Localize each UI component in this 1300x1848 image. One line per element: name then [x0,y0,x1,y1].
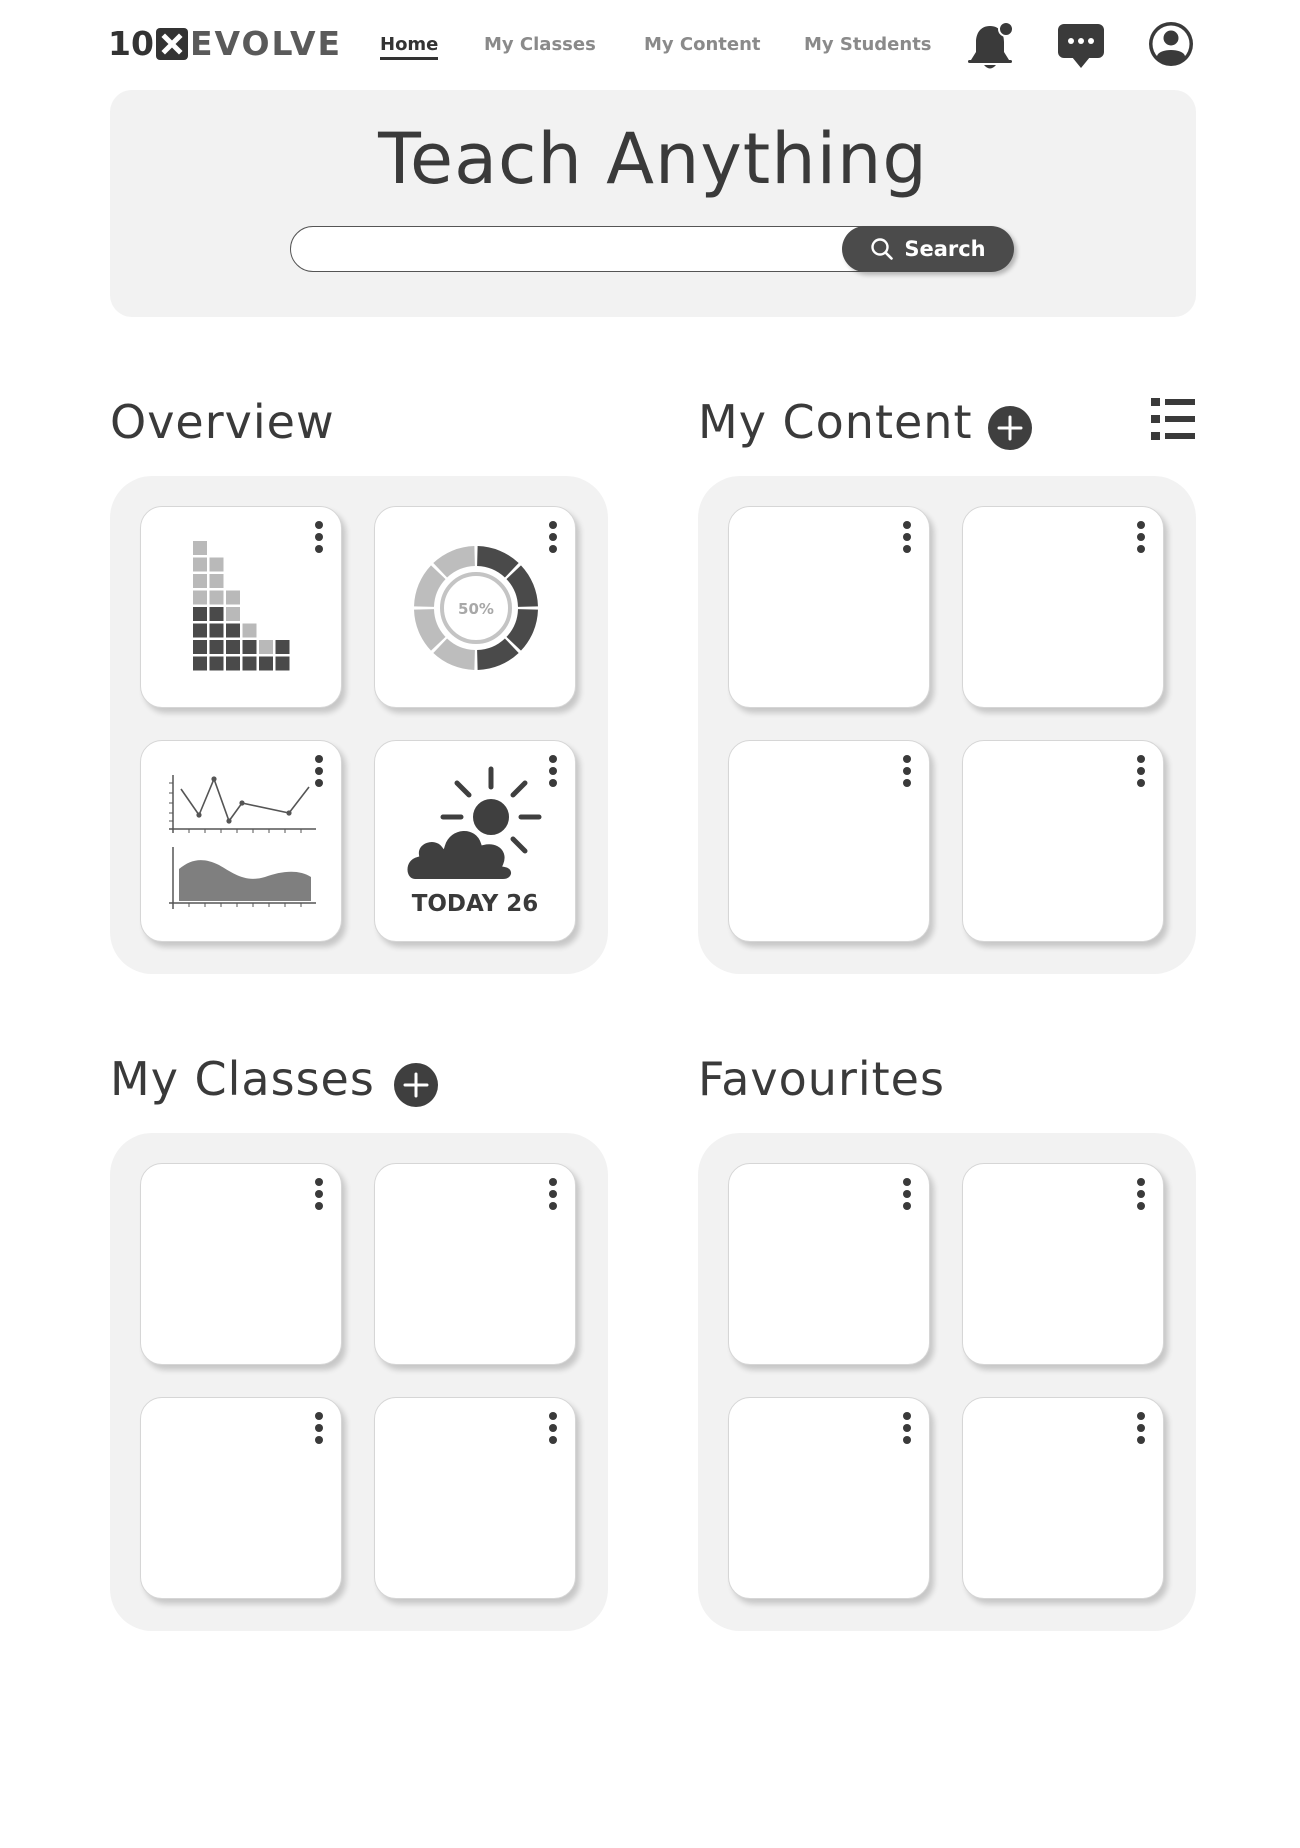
nav-link-my-classes[interactable]: My Classes [484,34,596,55]
more-options-icon[interactable] [547,1176,559,1212]
more-options-icon[interactable] [313,753,325,789]
plus-icon [403,1072,429,1098]
favourites-title: Favourites [698,1052,945,1106]
class-card[interactable] [374,1163,576,1365]
more-options-icon[interactable] [547,519,559,555]
search-icon [871,238,894,260]
more-options-icon[interactable] [1135,753,1147,789]
nav-link-my-students[interactable]: My Students [804,34,932,55]
my-content-panel [698,476,1196,974]
content-card[interactable] [962,740,1164,942]
favourites-panel [698,1133,1196,1631]
class-card[interactable] [140,1163,342,1365]
content-card[interactable] [728,506,930,708]
more-options-icon[interactable] [313,519,325,555]
more-options-icon[interactable] [1135,519,1147,555]
user-avatar-icon[interactable] [1147,20,1195,68]
more-options-icon[interactable] [901,1176,913,1212]
chat-icon[interactable] [1056,22,1106,70]
logo-x-icon [155,28,188,60]
class-card[interactable] [374,1397,576,1599]
list-view-icon[interactable] [1150,396,1196,442]
more-options-icon[interactable] [313,1410,325,1446]
content-card[interactable] [728,740,930,942]
favourite-card[interactable] [728,1163,930,1365]
overview-title: Overview [110,395,335,449]
plus-icon [997,415,1023,441]
my-content-title: My Content [698,395,973,449]
overview-line-chart-card[interactable] [140,740,342,942]
more-options-icon[interactable] [547,1410,559,1446]
top-nav: 10 EVOLVE Home My Classes My Content My … [0,0,1300,90]
more-options-icon[interactable] [1135,1410,1147,1446]
more-options-icon[interactable] [1135,1176,1147,1212]
weather-today-label: TODAY 26 [411,891,539,917]
overview-panel: 50% TODAY 26 [110,476,608,974]
search-button[interactable]: Search [842,226,1014,272]
logo[interactable]: 10 EVOLVE [108,26,342,62]
more-options-icon[interactable] [313,1176,325,1212]
favourite-card[interactable] [962,1397,1164,1599]
logo-number: 10 [108,24,154,63]
overview-weather-card[interactable]: TODAY 26 [374,740,576,942]
more-options-icon[interactable] [901,753,913,789]
favourite-card[interactable] [728,1397,930,1599]
more-options-icon[interactable] [901,519,913,555]
add-content-button[interactable] [988,406,1032,450]
hero-banner: Teach Anything Search [110,90,1196,317]
search-button-label: Search [904,237,986,261]
overview-donut-card[interactable]: 50% [374,506,576,708]
logo-word: EVOLVE [189,24,343,63]
my-classes-title: My Classes [110,1052,375,1106]
nav-link-home[interactable]: Home [380,34,439,60]
class-card[interactable] [140,1397,342,1599]
more-options-icon[interactable] [901,1410,913,1446]
bell-icon[interactable] [966,20,1014,70]
add-class-button[interactable] [394,1063,438,1107]
favourite-card[interactable] [962,1163,1164,1365]
hero-title: Teach Anything [378,118,928,200]
nav-link-my-content[interactable]: My Content [644,34,761,55]
overview-bar-chart-card[interactable] [140,506,342,708]
content-card[interactable] [962,506,1164,708]
my-classes-panel [110,1133,608,1631]
donut-label: 50% [458,600,494,618]
more-options-icon[interactable] [547,753,559,789]
